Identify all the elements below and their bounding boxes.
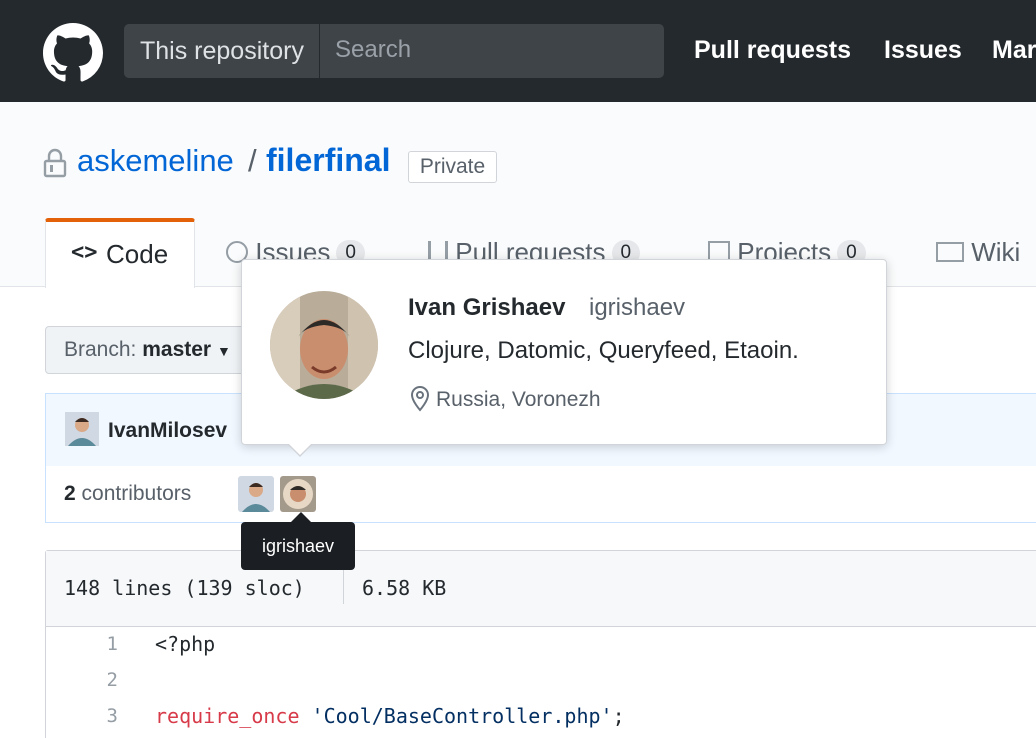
hovercard-location: Russia, Voronezh [436, 388, 601, 411]
commit-author-link[interactable]: IvanMilosev [108, 419, 227, 443]
file-line-count: 148 lines (139 sloc) [64, 576, 305, 600]
search-input[interactable]: Search [320, 24, 664, 78]
line-number[interactable]: 2 [80, 669, 118, 691]
code-line: require_once 'Cool/BaseController.php'; [155, 704, 625, 728]
nav-pull-requests[interactable]: Pull requests [694, 36, 851, 65]
code-keyword: require_once [155, 704, 300, 728]
contributor-avatar[interactable] [280, 476, 316, 512]
hovercard-bio: Clojure, Datomic, Queryfeed, Etaoin. [408, 337, 799, 364]
repo-name-link[interactable]: filerfinal [266, 142, 390, 179]
contributors-bar [45, 466, 1036, 523]
repo-owner-link[interactable]: askemeline [77, 143, 234, 179]
book-icon [936, 242, 964, 262]
location-icon [410, 385, 430, 412]
branch-name: master [142, 338, 212, 361]
search-scope-label[interactable]: This repository [124, 24, 319, 78]
tooltip: igrishaev [241, 522, 355, 570]
lock-icon [43, 148, 67, 178]
repo-path-separator: / [248, 143, 257, 178]
tab-wiki-label: Wiki [971, 237, 1021, 267]
divider [343, 570, 344, 604]
avatar[interactable] [65, 412, 99, 446]
code-punctuation: ; [612, 704, 625, 728]
hovercard-login[interactable]: igrishaev [589, 294, 685, 322]
code-icon: <> [71, 240, 98, 265]
line-number[interactable]: 3 [80, 705, 118, 727]
nav-marketplace[interactable]: Mar [992, 36, 1036, 65]
contributor-avatar[interactable] [238, 476, 274, 512]
chevron-down-icon: ▼ [216, 343, 231, 359]
private-badge: Private [408, 151, 497, 183]
tab-wiki[interactable]: Wiki [936, 237, 1020, 268]
line-number[interactable]: 1 [80, 633, 118, 655]
tab-code-label: Code [106, 239, 169, 269]
hovercard-arrow-inner [288, 443, 312, 455]
contributors-count[interactable]: 2 contributors [64, 482, 191, 506]
nav-issues[interactable]: Issues [884, 36, 962, 65]
tab-code[interactable]: <> Code [45, 218, 195, 288]
branch-select-button[interactable]: Branch: master ▼ [45, 326, 260, 374]
contributors-number: 2 [64, 482, 76, 505]
contributors-label: contributors [81, 482, 192, 505]
tooltip-arrow [291, 512, 311, 522]
hovercard-name-link[interactable]: Ivan Grishaev [408, 294, 565, 322]
github-logo-icon[interactable] [43, 23, 103, 83]
code-string: 'Cool/BaseController.php' [311, 704, 613, 728]
code-line: <?php [155, 632, 216, 656]
branch-prefix: Branch: [64, 338, 137, 361]
file-size: 6.58 KB [362, 576, 447, 600]
hovercard-avatar[interactable] [270, 291, 378, 399]
